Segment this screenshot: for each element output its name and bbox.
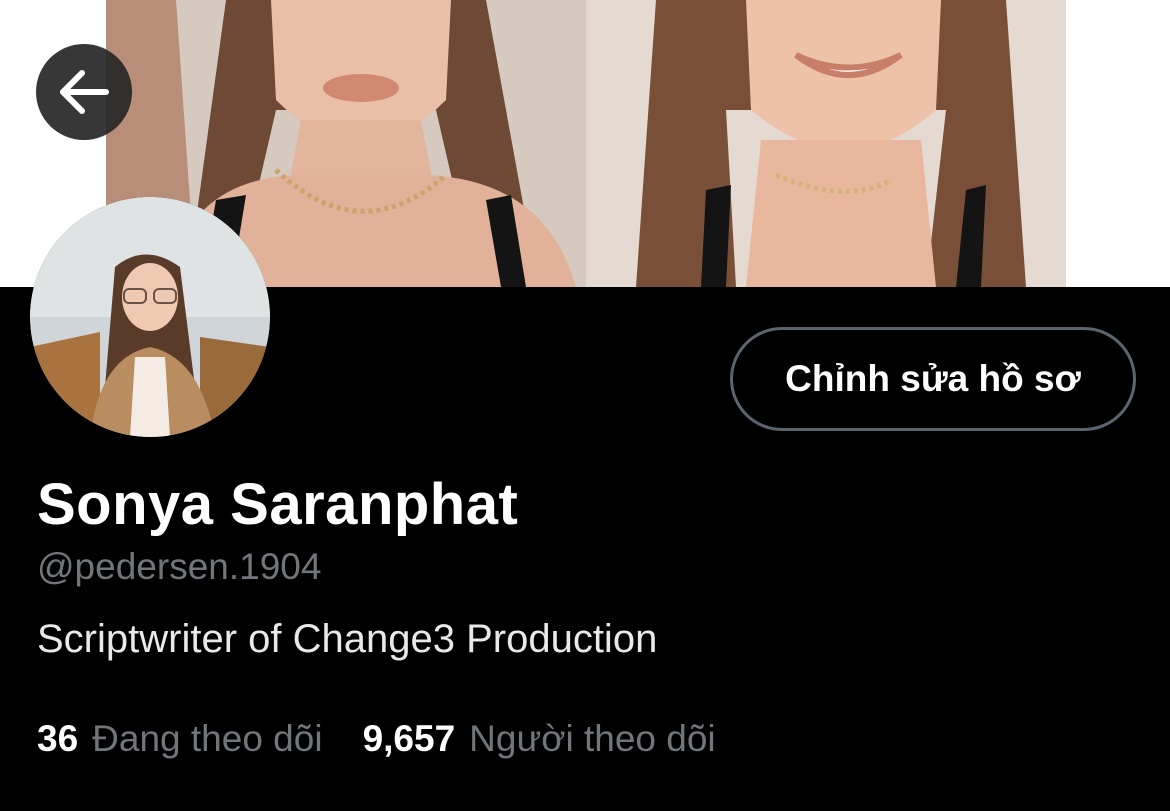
following-count: 36 <box>37 718 79 759</box>
arrow-left-icon <box>60 70 109 114</box>
following-stat[interactable]: 36 Đang theo dõi <box>37 718 323 760</box>
avatar-portrait <box>30 197 270 437</box>
follow-stats: 36 Đang theo dõi 9,657 Người theo dõi <box>37 718 716 760</box>
username-handle: @pedersen.1904 <box>37 546 322 587</box>
banner-photo-right <box>586 0 1066 287</box>
followers-label: Người theo dõi <box>469 718 716 759</box>
followers-count: 9,657 <box>362 718 456 759</box>
avatar-image <box>30 197 270 437</box>
back-button[interactable] <box>36 44 132 140</box>
profile-page: Chỉnh sửa hồ sơ Sonya Saranphat @pederse… <box>0 0 1170 811</box>
followers-stat[interactable]: 9,657 Người theo dõi <box>363 718 716 760</box>
banner-figure-right <box>586 0 1066 287</box>
edit-profile-button[interactable]: Chỉnh sửa hồ sơ <box>730 327 1136 431</box>
following-label: Đang theo dõi <box>92 718 323 759</box>
profile-bio: Scriptwriter of Change3 Production <box>37 617 658 661</box>
display-name: Sonya Saranphat <box>37 472 519 537</box>
profile-avatar[interactable] <box>30 197 270 437</box>
